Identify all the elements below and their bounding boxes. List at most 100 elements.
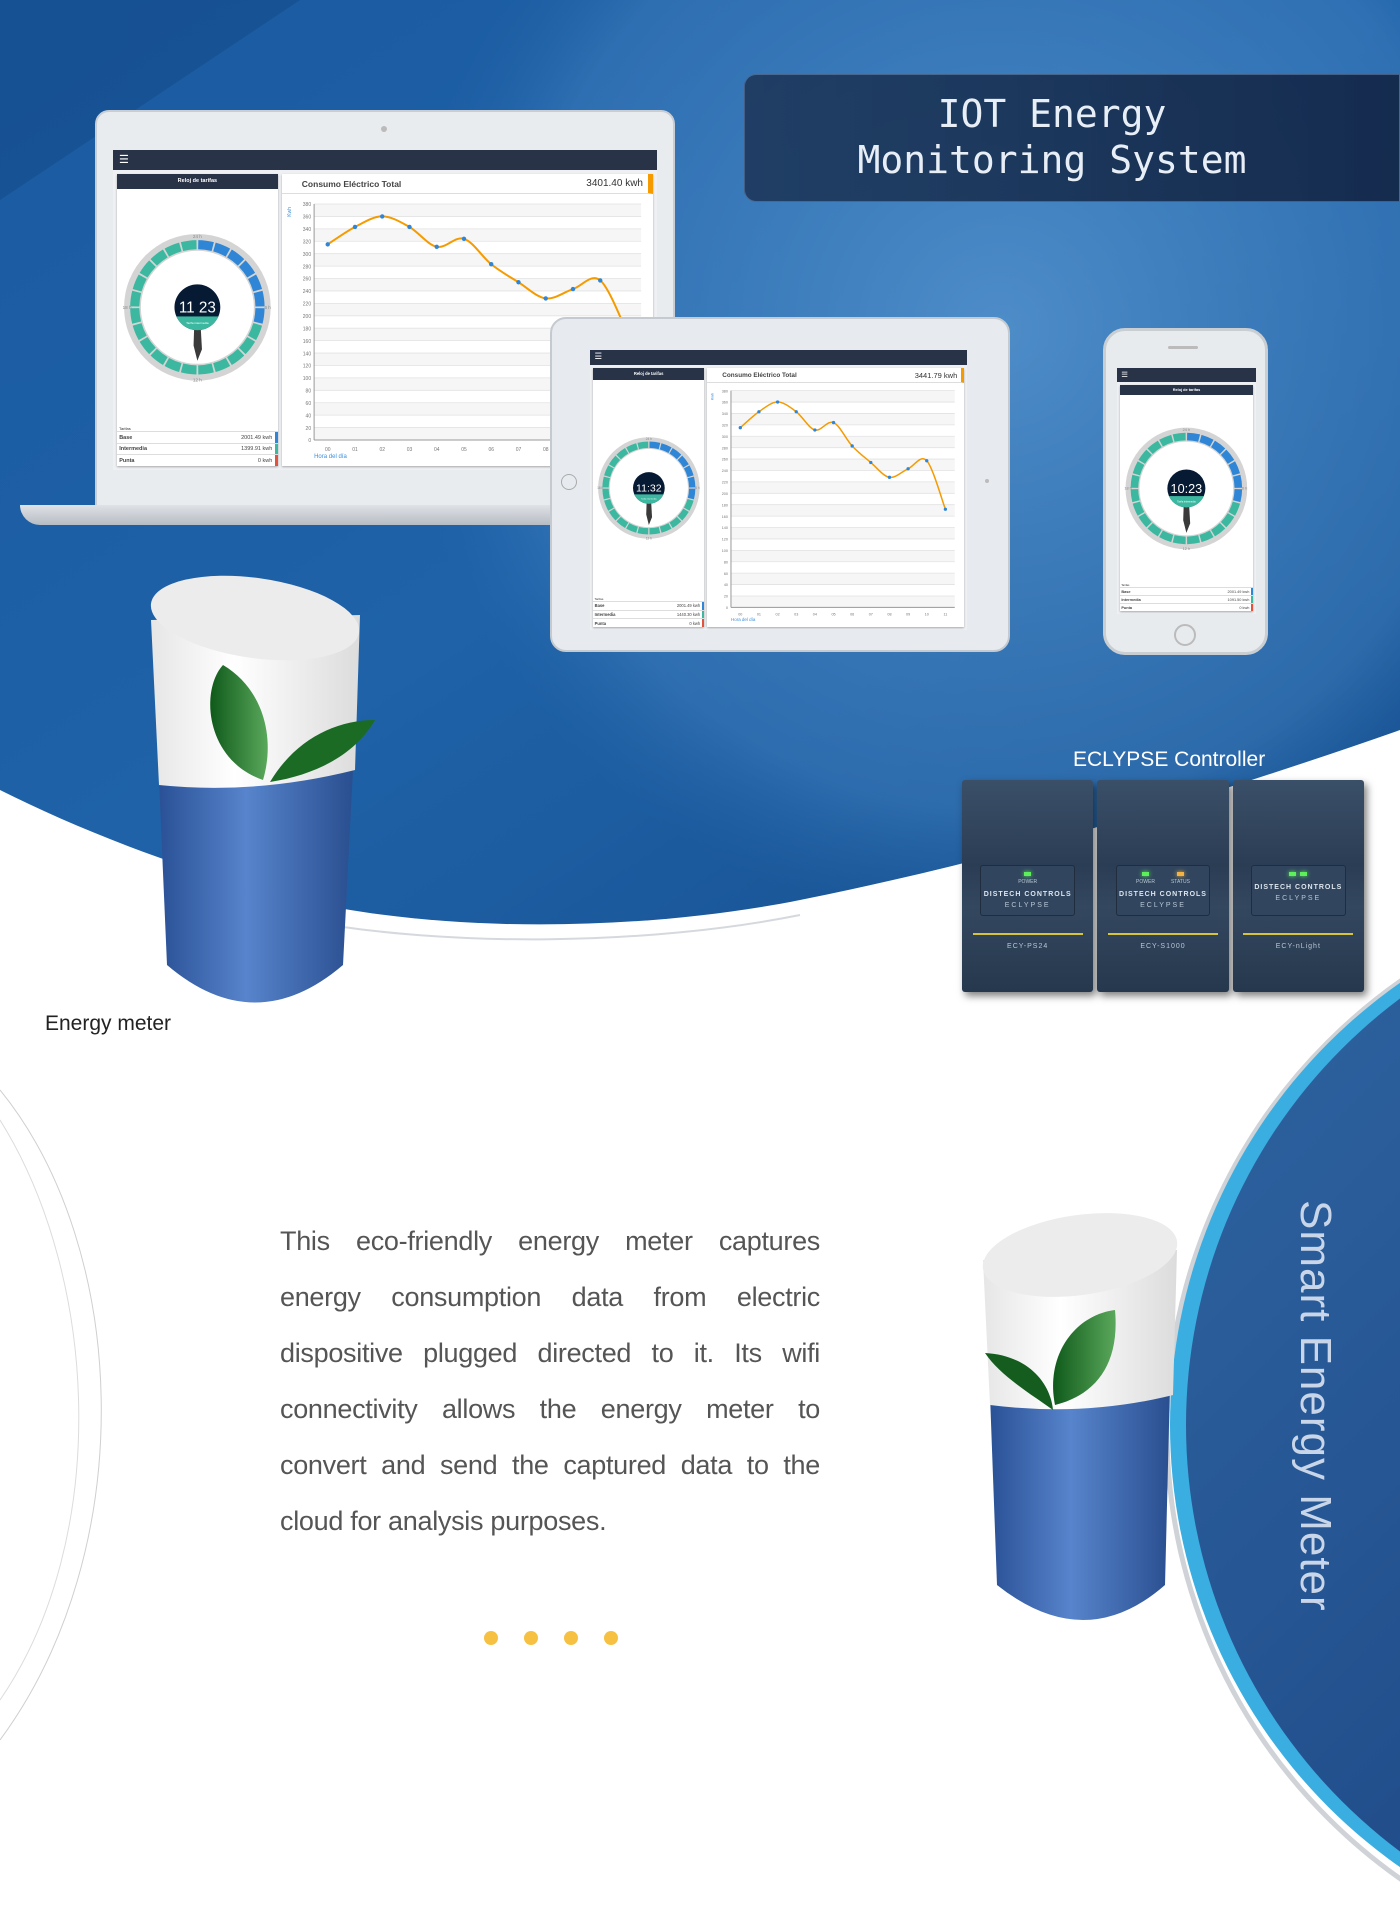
data-point [352,224,357,230]
tariff-row[interactable]: Base 2001.49 kwh [117,431,278,443]
y-tick-label: 180 [722,503,728,507]
x-tick-label: 02 [776,613,780,617]
pagination-dot[interactable] [484,1631,498,1645]
led-label: STATUS [1170,878,1190,885]
tariff-clock-panel: Reloj de tarifas 24 h6 h 12 h 18 h 11:32 Tar… [593,368,705,627]
controller-label: ECLYPSE Controller [1073,748,1266,771]
tariff-value: 2001.49 kwh [1227,589,1250,594]
tariff-value: 2001.49 kwh [676,603,701,609]
title-line-2: Monitoring System [857,138,1247,182]
y-tick-label: 220 [303,302,312,308]
tariff-name: Base [1121,589,1131,594]
tariff-color-bar [1250,587,1254,596]
tariff-row[interactable]: Punta 0 kwh [1119,603,1254,612]
x-tick-label: 04 [434,447,440,453]
x-tick-label: 08 [543,447,549,453]
y-tick-label: 100 [722,549,728,553]
data-point [597,278,603,283]
y-tick-label: 60 [305,401,311,407]
model-label: ECY-S1000 [1107,932,1219,986]
x-tick-label: 05 [832,613,836,617]
description-line: cloud for analysis purposes. [280,1506,607,1536]
clock-time: 11:32 [636,483,662,495]
x-tick-label: 09 [906,613,910,617]
tariff-row[interactable]: Intermedia 1091.50 kwh [1119,595,1254,604]
tariff-clock: 24 h 6 h 12 h 18 h 11 23 Tarifa intermedia [123,234,272,383]
y-tick-label: 240 [722,469,728,473]
y-tick-label: 20 [305,426,311,432]
tariff-color-bar [701,610,705,619]
home-button-icon[interactable] [1174,624,1196,646]
laptop-base [20,505,580,525]
y-tick-label: 240 [303,289,312,295]
speaker-icon [1168,346,1198,349]
y-tick-label: 80 [724,560,728,564]
x-tick-label: 00 [325,447,331,453]
y-tick-label: 320 [722,424,728,428]
pagination-dot[interactable] [604,1631,618,1645]
pagination-dot[interactable] [524,1631,538,1645]
y-axis-label: Kwh [711,393,715,400]
tariff-row[interactable]: Punta 0 kwh [593,618,705,627]
y-tick-label: 120 [722,538,728,542]
pagination-dot[interactable] [564,1631,578,1645]
clock-hour-label: 12 h [646,537,652,541]
description-line: energy consumption data from electric [280,1282,820,1312]
camera-icon [381,126,387,132]
y-tick-label: 320 [303,239,312,245]
y-tick-label: 280 [303,264,312,270]
menu-icon[interactable]: ☰ [119,154,129,166]
tariff-name: Punta [1121,605,1133,610]
tariff-color-bar [1250,596,1254,604]
y-tick-label: 180 [303,326,312,332]
menu-icon[interactable]: ☰ [1121,371,1128,379]
tariff-name: Base [594,603,605,609]
data-point [832,420,836,425]
x-tick-label: 10 [925,613,929,617]
tariff-row[interactable]: Base 2001.49 kwh [1119,586,1254,596]
tariff-row[interactable]: Punta 0 kwh [117,454,278,466]
y-tick-label: 340 [722,412,728,416]
title-line-1: IOT Energy [937,92,1167,136]
tariff-color-bar [274,455,278,466]
y-tick-label: 80 [305,389,311,395]
tariff-row[interactable]: Intermedia 1399.91 kwh [117,442,278,455]
tariff-clock: 24 h6 h12 h18 h 11:32Tarifa intermedia [597,437,700,541]
data-point [461,236,466,241]
y-tick-label: 140 [722,526,728,530]
tariff-color-bar [274,432,278,443]
y-tick-label: 20 [724,595,728,599]
data-point [850,444,855,448]
tariff-name: Intermedia [1121,597,1141,602]
smart-meter-image [982,1213,1178,1620]
panel-header: Reloj de tarifas [593,368,705,380]
tariff-value: 0 kwh [1239,605,1250,610]
tariff-value: 1440.30 kwh [676,612,701,618]
data-point [325,242,330,247]
brand-label: DISTECH CONTROLS [1254,883,1343,891]
tariff-row[interactable]: Base 2001.49 kwh [593,601,705,610]
data-point [776,400,780,404]
tariff-color-bar [701,619,705,627]
y-tick-label: 380 [722,389,728,393]
total-consumption: 3401.40 kwh [586,178,643,189]
clock-tariff-badge: Tarifa intermedia [186,321,209,325]
home-button-icon[interactable] [561,474,577,490]
menu-icon[interactable]: ☰ [595,353,602,362]
y-tick-label: 360 [722,401,728,405]
x-tick-label: 06 [488,447,494,453]
tariff-row[interactable]: Intermedia 1440.30 kwh [593,609,705,619]
tariff-name: Base [119,434,133,441]
data-point [488,262,494,267]
model-label: ECY-PS24 [972,932,1083,986]
description-paragraph: This eco-friendly energy meter captures e… [280,1213,820,1549]
clock-hour-label: 24 h [193,234,202,239]
controller-module: POWER DISTECH CONTROLS ECLYPSE ECY-PS24 [962,780,1094,992]
y-tick-label: 0 [308,438,311,444]
x-tick-label: 03 [794,613,798,617]
y-tick-label: 200 [722,492,728,496]
tariff-color-bar [701,602,705,610]
status-led-icon [1176,871,1184,876]
y-tick-label: 380 [303,202,312,208]
y-tick-label: 260 [303,277,312,283]
